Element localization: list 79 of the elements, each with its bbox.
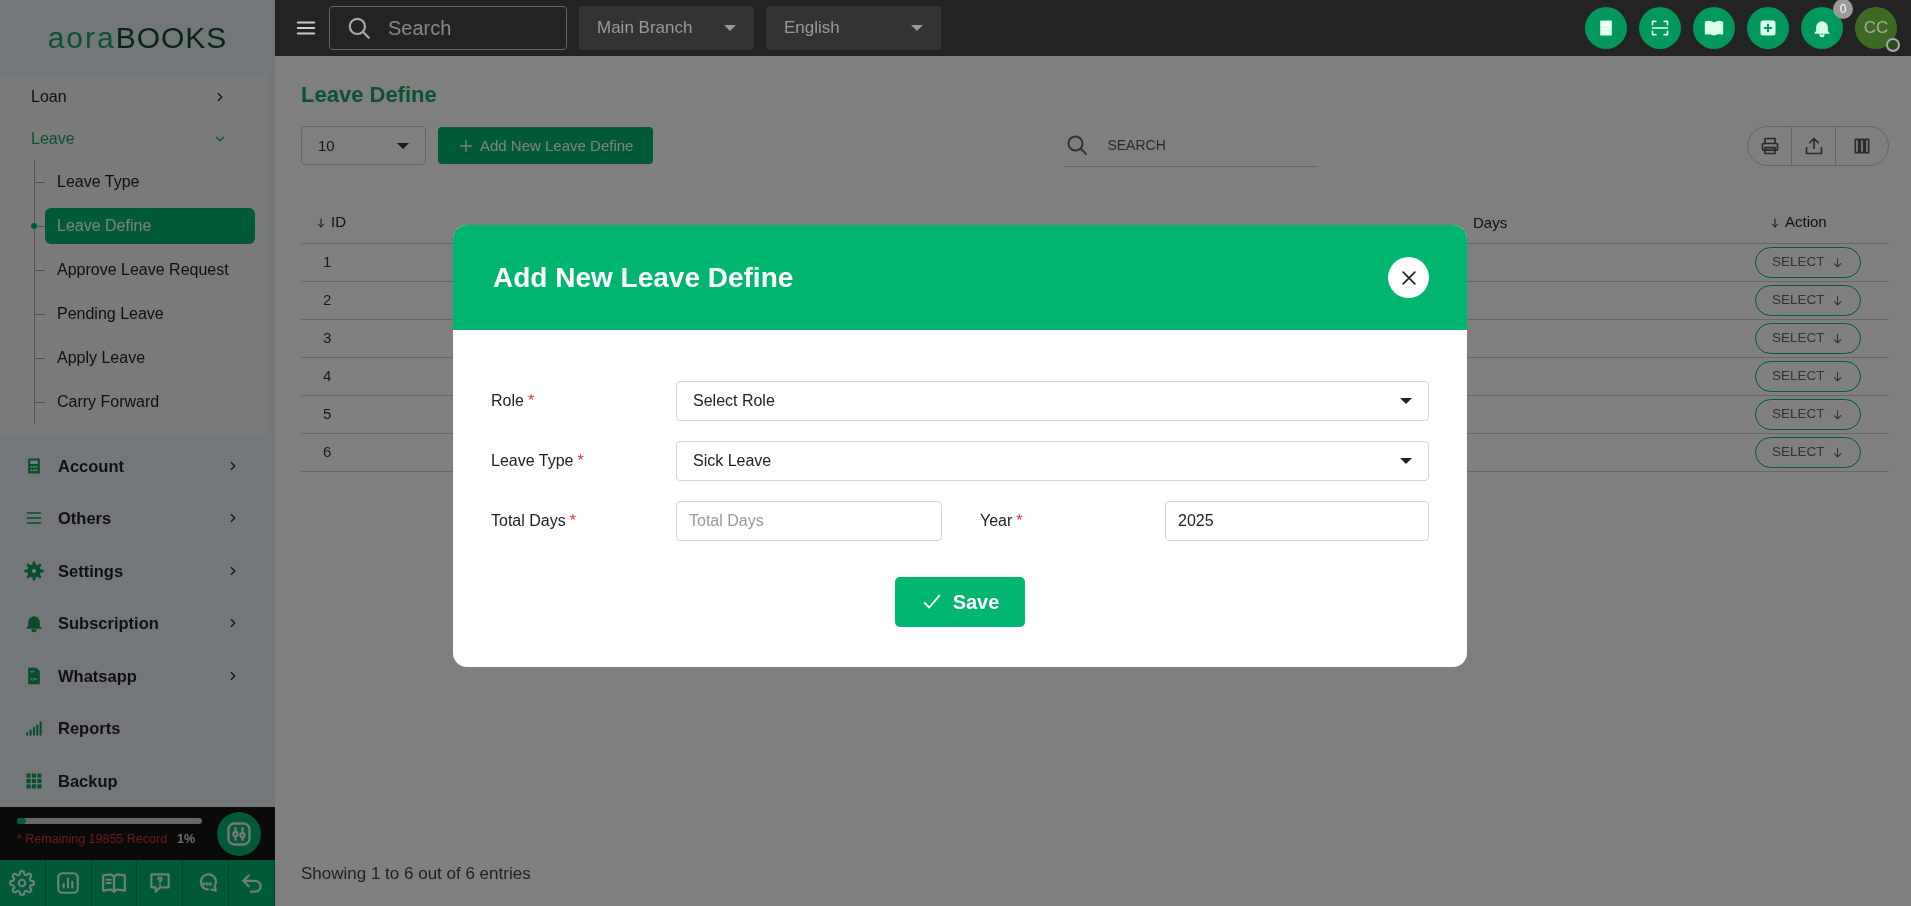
column-header[interactable]: Action [1769, 211, 1827, 234]
upload-icon [1803, 135, 1824, 156]
sidebar-item[interactable]: Whatsapp [58, 663, 226, 689]
field-label: Year * [980, 511, 1024, 531]
bar-chart-icon [55, 870, 82, 897]
caret-icon [1400, 398, 1412, 404]
table-cell: 2 [323, 291, 332, 309]
bell-icon [24, 613, 44, 634]
select-field[interactable]: Select Role [676, 381, 1429, 421]
plus-icon [458, 137, 474, 154]
search-icon [346, 15, 372, 41]
table-cell: 4 [323, 367, 332, 385]
submenu-item[interactable]: Leave Type [45, 163, 255, 200]
input-field[interactable]: 2025 [1165, 501, 1429, 541]
submenu-item[interactable]: Approve Leave Request [45, 251, 255, 288]
scan-icon [1650, 18, 1670, 38]
submenu-item[interactable]: Apply Leave [45, 339, 255, 376]
user-avatar[interactable]: CC [1855, 7, 1897, 49]
sidebar-item[interactable]: Account [58, 453, 226, 479]
modal-title: Add New Leave Define [493, 260, 794, 295]
scan-button[interactable] [1639, 7, 1681, 49]
field-label: Role * [491, 391, 536, 411]
entries-summary: Showing 1 to 6 out of 6 entries [301, 862, 532, 885]
sidebar-item[interactable]: Subscription [58, 611, 226, 636]
add-button[interactable] [1747, 7, 1789, 49]
caret-icon [1400, 458, 1412, 464]
field-label: Leave Type * [491, 451, 585, 471]
sidebar-item[interactable]: Reports [58, 716, 240, 741]
sort-arrow-icon [315, 216, 327, 229]
caret-icon [724, 25, 736, 31]
status-dot [1886, 38, 1900, 52]
calculator-button[interactable] [1585, 7, 1627, 49]
submenu-item[interactable]: Carry Forward [45, 383, 255, 420]
bell-icon [1812, 18, 1832, 38]
language-select[interactable]: English [766, 6, 941, 50]
column-header[interactable]: Days [1473, 211, 1508, 235]
plus-icon [1758, 18, 1778, 38]
caret-icon [911, 25, 923, 31]
input-field[interactable]: Total Days [676, 501, 942, 541]
settings-icon [9, 870, 36, 897]
table-cell: 3 [323, 329, 332, 347]
search-icon [1065, 133, 1090, 158]
storage-percent: 1% [177, 831, 196, 849]
table-cell: 6 [323, 443, 332, 461]
logo-text: aora [47, 20, 116, 57]
sidebar-item[interactable]: Others [58, 506, 226, 531]
book-button[interactable] [1693, 7, 1735, 49]
save-button[interactable]: Save [894, 577, 1026, 627]
signal-bars-icon [24, 718, 44, 739]
table-search-field[interactable]: SEARCH [1105, 133, 1286, 157]
search-box[interactable]: Search [329, 6, 567, 50]
close-button[interactable] [1388, 257, 1429, 298]
settings-icon [24, 560, 44, 581]
search-field[interactable]: Search [386, 12, 536, 44]
submenu-item[interactable]: Leave Define [45, 207, 255, 244]
notification-count: 0 [1833, 0, 1853, 19]
caret-icon [397, 142, 409, 149]
column-header[interactable]: ID [315, 211, 346, 234]
logo-text: BOOKS [115, 20, 228, 57]
table-cell: 5 [323, 405, 332, 423]
table-cell: 1 [323, 253, 332, 271]
sliders-button[interactable] [217, 811, 261, 856]
sort-arrow-icon [1769, 216, 1781, 229]
branch-select[interactable]: Main Branch [579, 6, 754, 50]
add-leave-button[interactable]: Add New Leave Define [438, 127, 654, 165]
sidebar-item[interactable]: Backup [58, 768, 240, 794]
select-field[interactable]: Sick Leave [676, 441, 1429, 481]
print-icon [1759, 135, 1780, 156]
book-icon [1704, 18, 1724, 38]
sliders-icon [225, 819, 253, 848]
storage-remaining-text: * Remaining 19855 Record [17, 831, 168, 849]
sidebar-item[interactable]: Settings [58, 558, 226, 584]
tree-dot [31, 222, 37, 229]
page-size-select[interactable]: 10 [301, 126, 426, 166]
submenu-item[interactable]: Pending Leave [45, 295, 255, 332]
sidebar-item[interactable]: Loan [31, 84, 67, 109]
page-title: Leave Define [301, 82, 438, 109]
sidebar-item[interactable]: Leave [31, 126, 75, 151]
field-label: Total Days * [491, 511, 577, 531]
